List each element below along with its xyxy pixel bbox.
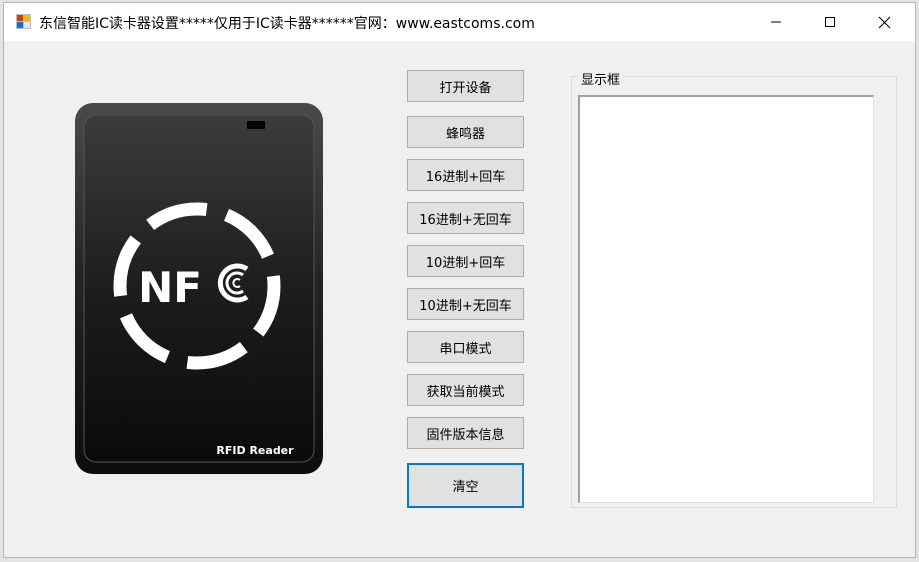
maximize-button[interactable] [805,3,855,41]
minimize-button[interactable] [751,3,801,41]
dec-enter-button[interactable]: 10进制+回车 [407,245,524,277]
serial-mode-button[interactable]: 串口模式 [407,331,524,363]
window-title: 东信智能IC读卡器设置*****仅用于IC读卡器******官网：www.eas… [39,16,535,32]
minimize-icon [771,21,781,23]
get-mode-button[interactable]: 获取当前模式 [407,374,524,406]
display-label: 显示框 [578,69,624,88]
maximize-icon [825,17,835,27]
hex-no-enter-button[interactable]: 16进制+无回车 [407,202,524,234]
hex-enter-button[interactable]: 16进制+回车 [407,159,524,191]
svg-text:NF: NF [138,263,202,312]
dec-no-enter-button[interactable]: 10进制+无回车 [407,288,524,320]
close-icon [878,16,890,28]
app-icon [16,14,31,29]
display-textarea[interactable] [578,95,874,503]
title-bar[interactable]: 东信智能IC读卡器设置*****仅用于IC读卡器******官网：www.eas… [4,3,915,41]
app-window: 东信智能IC读卡器设置*****仅用于IC读卡器******官网：www.eas… [3,2,916,558]
clear-button[interactable]: 清空 [407,463,524,508]
open-device-button[interactable]: 打开设备 [407,70,524,102]
close-button[interactable] [859,3,909,41]
reader-caption: RFID Reader [216,444,294,457]
rfid-reader-image: NF RFID Reader [75,103,323,474]
buzzer-button[interactable]: 蜂鸣器 [407,116,524,148]
firmware-info-button[interactable]: 固件版本信息 [407,417,524,449]
